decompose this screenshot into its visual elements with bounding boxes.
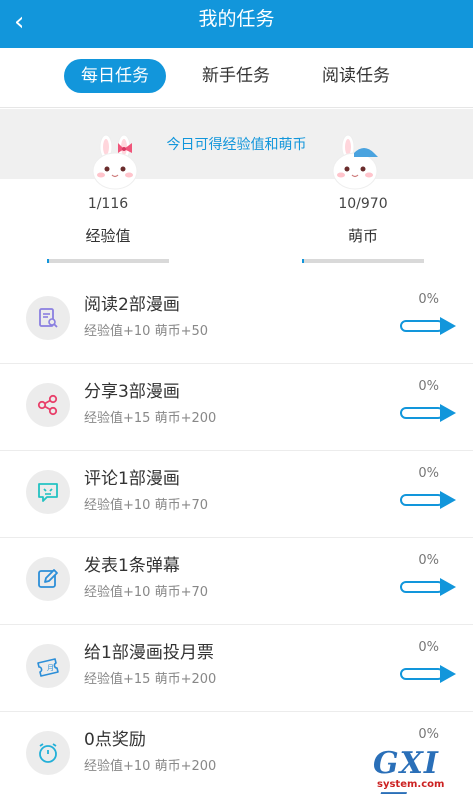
arrow-right-icon	[440, 578, 456, 596]
task-icon-wrap	[26, 296, 70, 340]
exp-label: 经验值	[85, 227, 131, 245]
task-row[interactable]: 月 给1部漫画投月票 经验值+15 萌币+200 0%	[0, 625, 473, 712]
edit-icon	[38, 569, 58, 588]
arrow-right-icon	[440, 317, 456, 335]
task-reward: 经验值+15 萌币+200	[84, 672, 217, 687]
watermark-domain: system.com	[377, 779, 445, 790]
task-name: 分享3部漫画	[84, 382, 180, 402]
go-button[interactable]	[400, 404, 460, 422]
watermark: GXI网 system.com	[373, 746, 469, 794]
exp-progress-fill	[47, 259, 49, 263]
task-row[interactable]: 发表1条弹幕 经验值+10 萌币+70 0%	[0, 538, 473, 625]
task-percent: 0%	[418, 466, 439, 481]
task-row[interactable]: 评论1部漫画 经验值+10 萌币+70 0%	[0, 451, 473, 538]
ticket-icon: 月	[37, 658, 59, 677]
bunny-cap-icon	[332, 134, 378, 190]
task-percent: 0%	[418, 292, 439, 307]
coin-value: 10/970	[338, 196, 388, 212]
top-bar: ‹ 我的任务	[0, 0, 473, 48]
go-button[interactable]	[400, 317, 460, 335]
task-icon-wrap	[26, 383, 70, 427]
exp-progress-bar	[47, 259, 169, 263]
coin-progress-fill	[302, 259, 304, 263]
tab-reading-tasks[interactable]: 阅读任务	[306, 59, 406, 93]
comment-icon	[38, 483, 58, 502]
read-document-icon	[39, 308, 58, 328]
task-percent: 0%	[418, 379, 439, 394]
bunny-bow-icon	[92, 134, 138, 190]
exp-value: 1/116	[87, 196, 129, 212]
task-icon-wrap: 月	[26, 644, 70, 688]
task-name: 评论1部漫画	[84, 469, 180, 489]
task-tabs: 每日任务 新手任务 阅读任务	[0, 48, 473, 108]
task-reward: 经验值+10 萌币+200	[84, 759, 217, 774]
coin-label: 萌币	[347, 227, 378, 245]
page-title: 我的任务	[198, 8, 275, 30]
task-icon-wrap	[26, 731, 70, 775]
task-name: 发表1条弹幕	[84, 556, 180, 576]
task-name: 阅读2部漫画	[84, 295, 180, 315]
task-percent: 0%	[418, 553, 439, 568]
task-row[interactable]: 阅读2部漫画 经验值+10 萌币+50 0%	[0, 277, 473, 364]
coin-progress-bar	[302, 259, 424, 263]
task-percent: 0%	[418, 727, 439, 742]
task-reward: 经验值+10 萌币+70	[84, 585, 209, 600]
tab-newbie-tasks[interactable]: 新手任务	[186, 59, 286, 93]
task-percent: 0%	[418, 640, 439, 655]
go-button[interactable]	[400, 578, 460, 596]
task-reward: 经验值+10 萌币+70	[84, 498, 209, 513]
task-name: 给1部漫画投月票	[84, 643, 214, 663]
task-icon-wrap	[26, 557, 70, 601]
go-button[interactable]	[400, 665, 460, 683]
arrow-right-icon	[440, 665, 456, 683]
task-name: 0点奖励	[84, 730, 146, 750]
task-reward: 经验值+10 萌币+50	[84, 324, 209, 339]
share-icon	[37, 394, 58, 416]
task-reward: 经验值+15 萌币+200	[84, 411, 217, 426]
alarm-clock-icon	[39, 743, 57, 763]
task-row[interactable]: 分享3部漫画 经验值+15 萌币+200 0%	[0, 364, 473, 451]
arrow-right-icon	[440, 491, 456, 509]
banner-text: 今日可得经验值和萌币	[166, 137, 307, 153]
arrow-right-icon	[440, 404, 456, 422]
tab-daily-tasks[interactable]: 每日任务	[64, 59, 166, 93]
svg-text:月: 月	[47, 664, 54, 672]
go-button[interactable]	[400, 491, 460, 509]
task-icon-wrap	[26, 470, 70, 514]
